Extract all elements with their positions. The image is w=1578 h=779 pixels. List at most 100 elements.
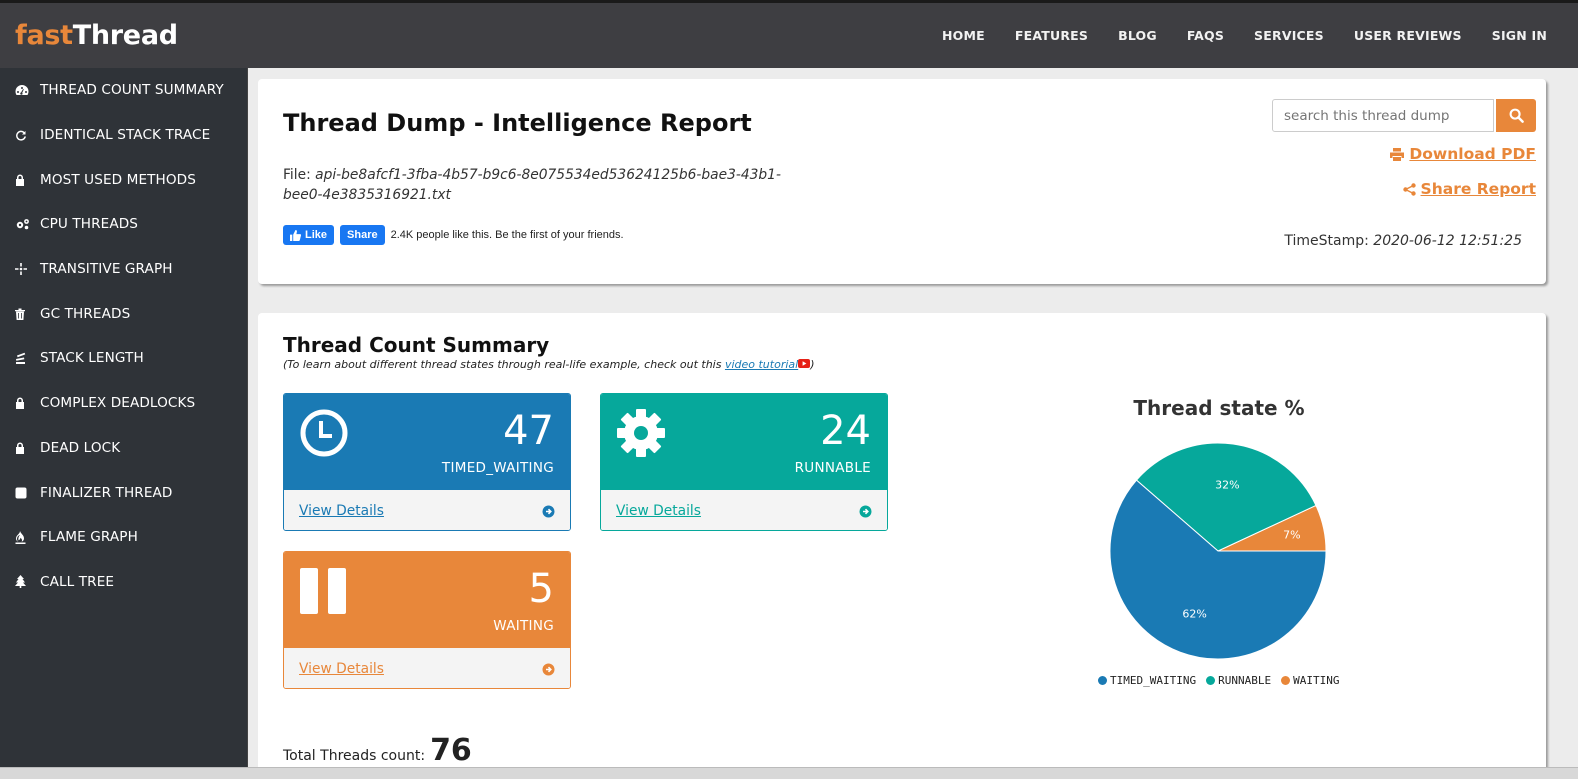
legend-timed-waiting[interactable]: TIMED_WAITING — [1098, 674, 1196, 687]
lock-icon — [15, 397, 35, 410]
thread-count-summary-card: Thread Count Summary (To learn about dif… — [258, 313, 1546, 779]
label-timed-waiting: 62% — [1182, 608, 1206, 621]
view-details-link[interactable]: View Details — [299, 661, 384, 677]
total-threads-count: 76 — [430, 733, 472, 768]
search-button[interactable] — [1496, 99, 1536, 132]
gear-icon — [617, 409, 665, 457]
top-navbar: fastThread HOME FEATURES BLOG FAQS SERVI… — [0, 0, 1578, 68]
lock-icon — [15, 442, 35, 454]
arrow-circle-right-icon[interactable] — [542, 505, 555, 518]
label-waiting: 7% — [1283, 529, 1300, 542]
arrow-circle-right-icon[interactable] — [859, 505, 872, 518]
sidebar-item-identical-stack-trace[interactable]: IDENTICAL STACK TRACE — [0, 113, 247, 158]
file-info: File: api-be8afcf1-3fba-4b57-b9c6-8e0755… — [283, 165, 803, 205]
report-header-card: Thread Dump - Intelligence Report File: … — [258, 79, 1546, 284]
file-name: api-be8afcf1-3fba-4b57-b9c6-8e075534ed53… — [283, 167, 781, 203]
nav-user-reviews[interactable]: USER REVIEWS — [1354, 28, 1462, 43]
facebook-widget: Like Share 2.4K people like this. Be the… — [283, 225, 624, 245]
section-subtitle: (To learn about different thread states … — [283, 358, 815, 371]
sidebar-item-cpu-threads[interactable]: CPU THREADS — [0, 202, 247, 247]
search-input[interactable] — [1272, 99, 1494, 132]
sidebar-item-finalizer-thread[interactable]: FINALIZER THREAD — [0, 470, 247, 515]
label-runnable: 32% — [1215, 479, 1239, 492]
nav-home[interactable]: HOME — [942, 28, 985, 43]
legend-dot — [1206, 676, 1216, 685]
refresh-icon — [15, 129, 35, 141]
timestamp: TimeStamp: 2020-06-12 12:51:25 — [1284, 233, 1522, 249]
chart-legend: TIMED_WAITING RUNNABLE WAITING — [1098, 674, 1339, 687]
waiting-count: 5 — [528, 566, 554, 612]
timed-waiting-label: TIMED_WAITING — [441, 460, 554, 476]
fire-icon — [15, 530, 35, 544]
fb-share-button[interactable]: Share — [340, 225, 385, 245]
file-label: File: — [283, 167, 311, 183]
runnable-count: 24 — [820, 408, 871, 454]
dashboard-icon — [15, 84, 35, 96]
logo[interactable]: fastThread — [15, 20, 178, 51]
fb-like-count: 2.4K people like this. Be the first of y… — [390, 229, 624, 241]
sidebar-item-thread-count-summary[interactable]: THREAD COUNT SUMMARY — [0, 68, 247, 113]
runnable-label: RUNNABLE — [794, 460, 871, 476]
legend-label: WAITING — [1293, 674, 1340, 687]
horizontal-scrollbar[interactable] — [0, 767, 1578, 779]
view-details-row[interactable]: View Details — [284, 648, 570, 688]
sidebar-item-label: THREAD COUNT SUMMARY — [40, 82, 224, 99]
stat-card-runnable: 24 RUNNABLE View Details — [600, 393, 888, 531]
sidebar-item-flame-graph[interactable]: FLAME GRAPH — [0, 515, 247, 560]
share-report-link[interactable]: Share Report — [1402, 180, 1536, 198]
legend-dot — [1281, 676, 1291, 685]
sidebar-item-gc-threads[interactable]: GC THREADS — [0, 291, 247, 336]
video-tutorial-link[interactable]: video tutorial — [725, 358, 798, 371]
page-title: Thread Dump - Intelligence Report — [283, 109, 752, 137]
stat-card-waiting: 5 WAITING View Details — [283, 551, 571, 689]
sidebar-item-label: CALL TREE — [40, 573, 115, 590]
arrow-circle-right-icon[interactable] — [542, 663, 555, 676]
sidebar-item-label: CPU THREADS — [40, 216, 139, 233]
nav-features[interactable]: FEATURES — [1015, 28, 1088, 43]
legend-runnable[interactable]: RUNNABLE — [1206, 674, 1271, 687]
stat-card-timed-waiting: 47 TIMED_WAITING View Details — [283, 393, 571, 531]
timed-waiting-count: 47 — [503, 408, 554, 454]
pause-icon — [300, 568, 346, 614]
share-icon — [1402, 182, 1416, 196]
lock-icon — [15, 174, 35, 186]
chart-title: Thread state % — [1133, 396, 1305, 420]
nav-sign-in[interactable]: SIGN IN — [1492, 28, 1547, 43]
sidebar-item-label: TRANSITIVE GRAPH — [40, 261, 173, 278]
youtube-icon[interactable] — [798, 359, 811, 368]
nav-faqs[interactable]: FAQS — [1187, 28, 1224, 43]
waiting-label: WAITING — [493, 618, 554, 634]
legend-label: RUNNABLE — [1218, 674, 1272, 687]
sidebar-item-label: DEAD LOCK — [40, 439, 121, 456]
sidebar-item-transitive-graph[interactable]: TRANSITIVE GRAPH — [0, 247, 247, 292]
sidebar-item-label: MOST USED METHODS — [40, 171, 196, 188]
view-details-link[interactable]: View Details — [299, 503, 384, 519]
sidebar-item-call-tree[interactable]: CALL TREE — [0, 560, 247, 605]
nav-blog[interactable]: BLOG — [1118, 28, 1157, 43]
total-threads-label: Total Threads count: — [283, 748, 426, 764]
view-details-row[interactable]: View Details — [601, 490, 887, 530]
tree-icon — [15, 575, 35, 589]
main-nav: HOME FEATURES BLOG FAQS SERVICES USER RE… — [912, 3, 1547, 68]
sidebar-item-dead-lock[interactable]: DEAD LOCK — [0, 426, 247, 471]
download-pdf-link[interactable]: Download PDF — [1390, 145, 1536, 163]
legend-waiting[interactable]: WAITING — [1281, 674, 1339, 687]
sidebar: THREAD COUNT SUMMARY IDENTICAL STACK TRA… — [0, 68, 248, 779]
fb-like-button[interactable]: Like — [283, 225, 335, 245]
legend-label: TIMED_WAITING — [1110, 674, 1197, 687]
sidebar-item-most-used-methods[interactable]: MOST USED METHODS — [0, 157, 247, 202]
sidebar-item-stack-length[interactable]: STACK LENGTH — [0, 336, 247, 381]
sidebar-item-label: IDENTICAL STACK TRACE — [40, 127, 211, 144]
total-threads: Total Threads count: 76 — [283, 733, 472, 768]
thumbs-up-icon — [290, 229, 301, 241]
nav-services[interactable]: SERVICES — [1254, 28, 1324, 43]
section-title: Thread Count Summary — [283, 333, 550, 357]
clock-icon — [300, 409, 348, 457]
printer-icon — [1390, 147, 1405, 161]
sidebar-item-complex-deadlocks[interactable]: COMPLEX DEADLOCKS — [0, 381, 247, 426]
view-details-row[interactable]: View Details — [284, 490, 570, 530]
main-content: Thread Dump - Intelligence Report File: … — [248, 68, 1578, 779]
thread-state-pie-chart: 7% 32% 62% — [1109, 442, 1327, 660]
view-details-link[interactable]: View Details — [616, 503, 701, 519]
search-icon — [1509, 108, 1524, 123]
